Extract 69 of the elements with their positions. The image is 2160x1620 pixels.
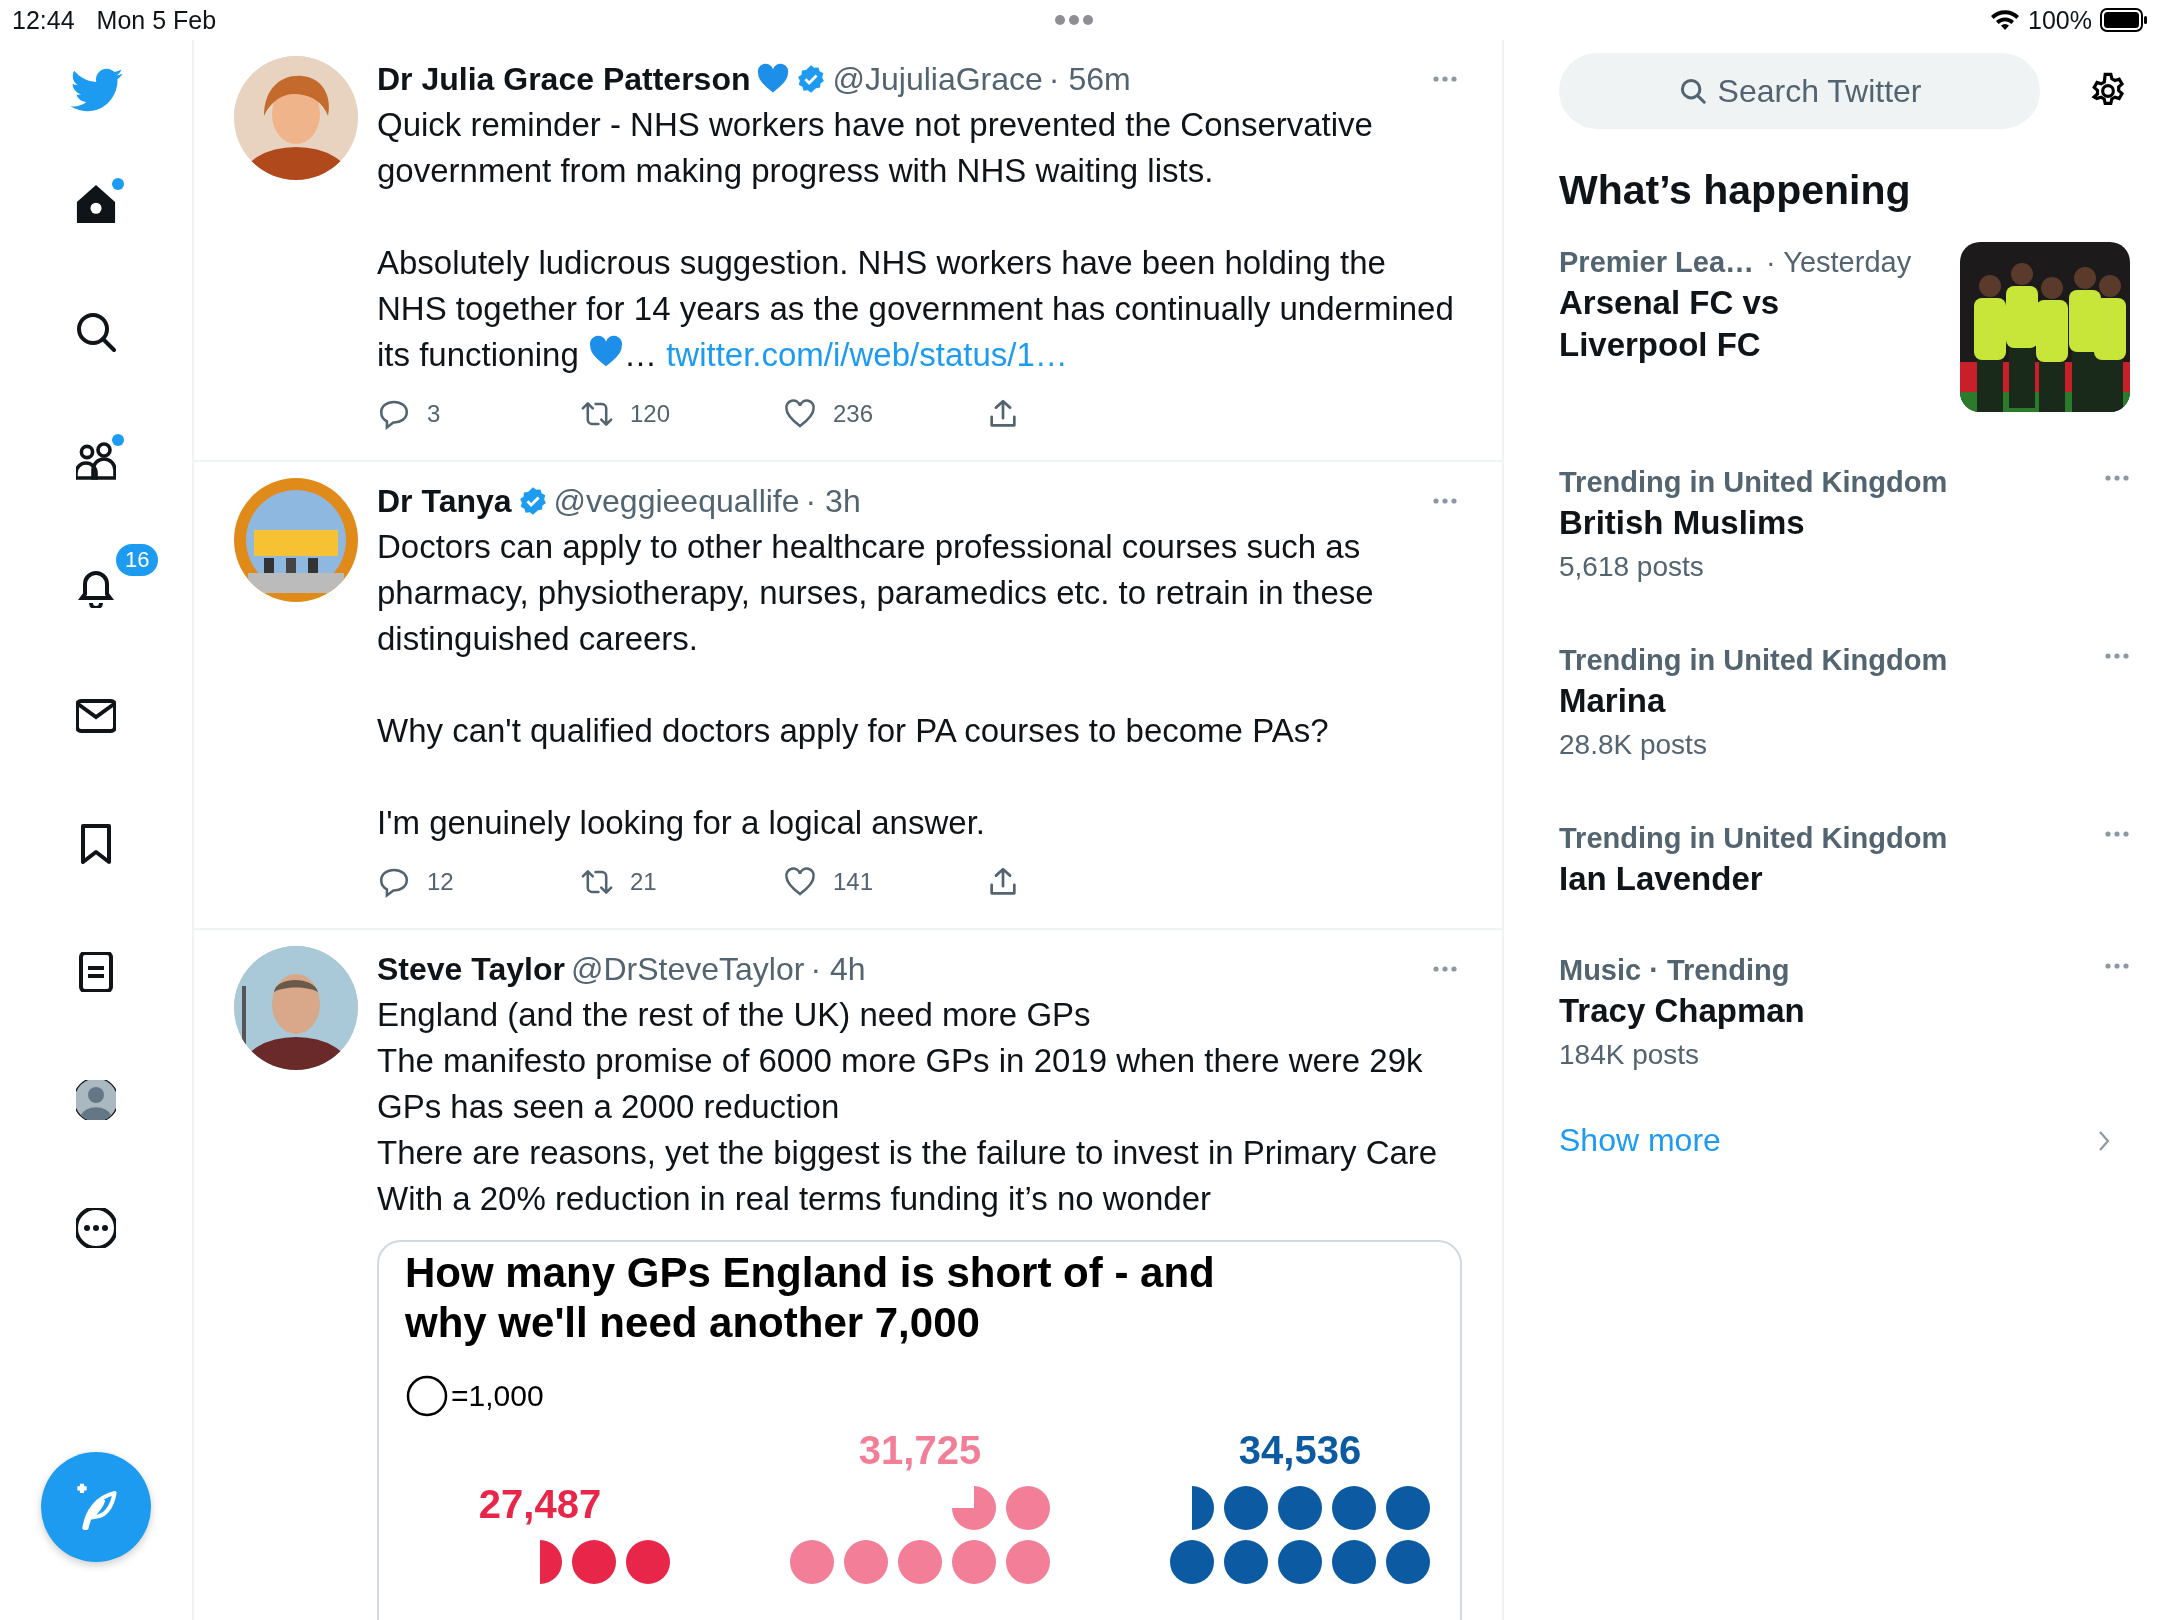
trend-title[interactable]: Tracy Chapman xyxy=(1559,990,2104,1032)
infographic-title: How many GPs England is short of - and why we'll need another 7,000 xyxy=(405,1248,1216,1348)
battery-icon xyxy=(2100,8,2148,32)
post-count: 184K posts xyxy=(1559,1038,1701,1072)
author-handle[interactable]: @DrSteveTaylor xyxy=(570,950,805,988)
author-name[interactable]: Dr Tanya xyxy=(377,482,512,520)
search-placeholder: Search Twitter xyxy=(1717,72,1922,110)
figure-value: 34,536 xyxy=(1238,1428,1362,1473)
retweet-count: 21 xyxy=(630,868,657,896)
more-options-icon[interactable] xyxy=(2104,828,2130,840)
post-count: 28.8K posts xyxy=(1559,728,1708,762)
trend-category: Premier Lea… xyxy=(1559,245,1755,280)
compose-button[interactable] xyxy=(41,1452,151,1562)
more-options-icon[interactable] xyxy=(2104,472,2130,484)
like-count: 141 xyxy=(833,868,874,896)
trend-category: Trending in United Kingdom xyxy=(1559,465,1949,500)
document-icon[interactable] xyxy=(76,952,116,992)
author-handle[interactable]: @veggieequallife xyxy=(553,482,800,520)
section-title: What’s happening xyxy=(1559,167,1912,214)
wifi-icon xyxy=(1990,9,2021,31)
trend-title[interactable]: Ian Lavender xyxy=(1559,858,2104,900)
status-date: Mon 5 Feb xyxy=(96,5,217,35)
profile-avatar-icon[interactable] xyxy=(76,1080,116,1120)
tweet-text: Why can't qualified doctors apply for PA courses to become PAs? xyxy=(377,711,1330,751)
more-options-icon[interactable] xyxy=(2104,650,2130,662)
multitasking-icon[interactable] xyxy=(1054,14,1094,26)
count-badge: 16 xyxy=(114,542,161,578)
trend-title[interactable]: Marina xyxy=(1559,680,2104,722)
more-icon[interactable] xyxy=(76,1208,116,1248)
more-options-icon[interactable] xyxy=(1432,495,1458,507)
retweet-count: 120 xyxy=(630,400,671,428)
tweet-text: Absolutely ludicrous suggestion. NHS workers have been holding the NHS together for 14 years as the government has continually undermined its functioning … twitter.com/i/web/status/1… xyxy=(377,243,1455,375)
tweet-time: · 4h xyxy=(810,950,866,988)
bird-logo-icon[interactable] xyxy=(68,67,124,113)
home-icon[interactable] xyxy=(74,182,118,226)
trend-title[interactable]: Arsenal FC vs Liverpool FC xyxy=(1559,282,1879,366)
trend-category: Trending in United Kingdom xyxy=(1559,821,1949,856)
post-count: 5,618 posts xyxy=(1559,550,1705,584)
trend-title[interactable]: British Muslims xyxy=(1559,502,2104,544)
bell-icon[interactable] xyxy=(76,568,116,608)
legend-text: =1,000 xyxy=(451,1379,544,1413)
trend-time: · Yesterday xyxy=(1766,245,1912,280)
author-name[interactable]: Dr Julia Grace Patterson xyxy=(377,60,751,98)
tweet-time: · 3h xyxy=(805,482,861,520)
tweet-text: England (and the rest of the UK) need more GPs The manifesto promise of 6000 more GPs in 2019 when there were 29k GPs has seen a 2000 reduction There are reasons, yet the biggest is the failure to invest in Primary Care With a 20% reduction in real terms funding it’s no wonder xyxy=(377,995,1439,1219)
more-options-icon[interactable] xyxy=(1432,73,1458,85)
like-count: 236 xyxy=(833,400,874,428)
reply-count: 12 xyxy=(427,868,454,896)
author-name[interactable]: Steve Taylor xyxy=(377,950,565,988)
circle-legend-icon xyxy=(405,1374,449,1418)
battery-percent: 100% xyxy=(2028,5,2092,35)
image-card[interactable]: How many GPs England is short of - and why we'll need another 7,000 =1,000 27,487 31,725 34,536 xyxy=(377,1240,1462,1620)
figure-value: 31,725 xyxy=(858,1428,982,1473)
tweet-time: · 56m xyxy=(1048,60,1131,98)
more-options-icon[interactable] xyxy=(2104,960,2130,972)
people-icon[interactable] xyxy=(76,440,116,480)
trend-category: Music · Trending xyxy=(1559,953,1791,988)
trend-category: Trending in United Kingdom xyxy=(1559,643,1949,678)
reply-count: 3 xyxy=(427,400,441,428)
tweet-text: I'm genuinely looking for a logical answer. xyxy=(377,803,986,843)
tweet-text: Quick reminder - NHS workers have not prevented the Conservative government from making progress with NHS waiting lists. xyxy=(377,105,1374,191)
envelope-icon[interactable] xyxy=(76,696,116,736)
author-handle[interactable]: @JujuliaGrace xyxy=(832,60,1043,98)
search-field[interactable]: Search Twitter xyxy=(1559,53,2040,129)
figure-value: 27,487 xyxy=(478,1482,602,1527)
status-time: 12:44 xyxy=(12,5,75,35)
more-options-icon[interactable] xyxy=(1432,963,1458,975)
search-icon[interactable] xyxy=(76,312,116,352)
tweet-text: Doctors can apply to other healthcare professional courses such as pharmacy, physiotherapy, nurses, paramedics etc. to retrain in these distinguished careers. xyxy=(377,527,1375,659)
